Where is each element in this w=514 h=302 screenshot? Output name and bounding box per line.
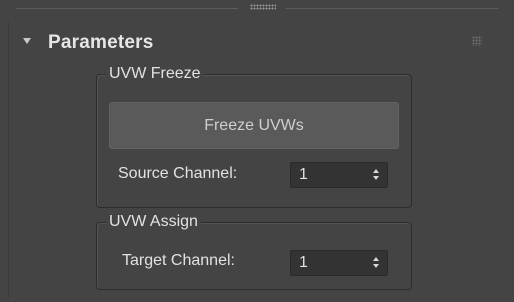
spinner-down-arrow-icon[interactable] bbox=[373, 176, 379, 180]
freeze-uvws-button[interactable]: Freeze UVWs bbox=[109, 102, 399, 149]
source-channel-value[interactable]: 1 bbox=[299, 166, 308, 184]
source-channel-label: Source Channel: bbox=[118, 165, 238, 182]
spinner-up-arrow-icon[interactable] bbox=[373, 169, 379, 173]
spinner-down-arrow-icon[interactable] bbox=[373, 264, 379, 268]
top-divider-right bbox=[286, 8, 498, 9]
target-channel-spinner[interactable]: 1 bbox=[290, 250, 388, 276]
grip-dots-icon[interactable] bbox=[472, 36, 482, 46]
chevron-down-icon[interactable] bbox=[23, 38, 31, 44]
source-channel-spinner[interactable]: 1 bbox=[290, 162, 388, 188]
uvw-assign-group-label: UVW Assign bbox=[106, 213, 201, 231]
resize-grip-icon[interactable] bbox=[250, 4, 276, 10]
uvw-freeze-group-label: UVW Freeze bbox=[106, 65, 204, 83]
top-divider-left bbox=[16, 8, 238, 9]
panel-top-strip bbox=[0, 0, 514, 18]
rollout-title[interactable]: Parameters bbox=[48, 32, 154, 54]
target-channel-value[interactable]: 1 bbox=[299, 254, 308, 272]
modifier-panel: Parameters UVW Freeze Freeze UVWs Source… bbox=[0, 0, 514, 302]
target-channel-label: Target Channel: bbox=[122, 252, 235, 269]
spinner-up-arrow-icon[interactable] bbox=[373, 257, 379, 261]
